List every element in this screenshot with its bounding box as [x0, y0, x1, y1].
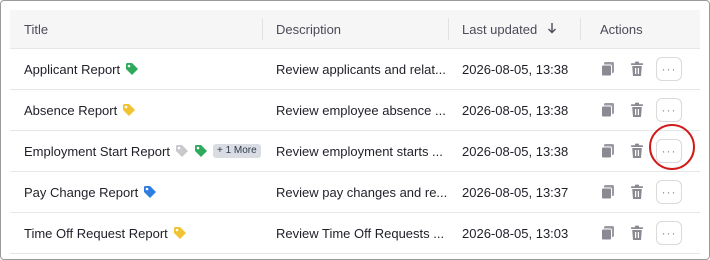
report-title[interactable]: Absence Report	[24, 103, 117, 118]
cell-description: Review applicants and relat...	[262, 49, 448, 89]
copy-icon[interactable]	[600, 143, 616, 159]
tag-icon	[125, 62, 139, 76]
last-updated-value: 2026-08-05, 13:37	[462, 184, 569, 200]
column-separator	[262, 18, 263, 40]
report-description: Review applicants and relat...	[276, 61, 446, 77]
trash-icon[interactable]	[629, 225, 645, 241]
cell-last-updated: 2026-08-05, 13:38	[448, 131, 580, 171]
cell-description: Review employment starts ...	[262, 131, 448, 171]
cell-last-updated: 2026-08-05, 13:03	[448, 213, 580, 253]
cell-actions: ···	[580, 131, 700, 171]
report-title[interactable]: Time Off Request Report	[24, 226, 168, 241]
cell-description: Review employee absence ...	[262, 90, 448, 130]
column-actions-label: Actions	[600, 21, 643, 37]
column-header-title[interactable]: Title	[10, 10, 262, 48]
table-row[interactable]: Time Off Request Report Review Time Off R…	[10, 213, 700, 254]
cell-description: Review pay changes and re...	[262, 172, 448, 212]
copy-icon[interactable]	[600, 225, 616, 241]
cell-title: Applicant Report	[10, 49, 262, 89]
tag-icon	[143, 185, 157, 199]
column-separator	[580, 18, 581, 40]
trash-icon[interactable]	[629, 102, 645, 118]
column-header-last-updated[interactable]: Last updated	[448, 10, 580, 48]
cell-last-updated: 2026-08-05, 13:38	[448, 90, 580, 130]
tag-icon	[194, 144, 208, 158]
copy-icon[interactable]	[600, 61, 616, 77]
report-description: Review employment starts ...	[276, 143, 443, 159]
tag-icon	[122, 103, 136, 117]
column-header-description[interactable]: Description	[262, 10, 448, 48]
cell-last-updated: 2026-08-05, 13:37	[448, 172, 580, 212]
more-horizontal-icon[interactable]: ···	[656, 57, 682, 81]
table-row[interactable]: Employment Start Report + 1 More Review em…	[10, 131, 700, 172]
column-description-label: Description	[276, 21, 342, 37]
report-description: Review employee absence ...	[276, 102, 446, 118]
arrow-down-icon[interactable]	[547, 22, 557, 37]
report-title[interactable]: Employment Start Report	[24, 144, 170, 159]
column-header-actions: Actions	[580, 10, 700, 48]
last-updated-value: 2026-08-05, 13:03	[462, 225, 569, 241]
more-horizontal-icon[interactable]: ···	[656, 180, 682, 204]
more-horizontal-icon[interactable]: ···	[656, 98, 682, 122]
report-description: Review Time Off Requests ...	[276, 225, 445, 241]
report-title[interactable]: Pay Change Report	[24, 185, 138, 200]
more-tags-badge[interactable]: + 1 More	[212, 144, 261, 158]
cell-title: Employment Start Report + 1 More	[10, 131, 262, 171]
table-row[interactable]: Pay Change Report Review pay changes and …	[10, 172, 700, 213]
reports-table: Title Description Last updated Actions A…	[10, 10, 700, 254]
report-title[interactable]: Applicant Report	[24, 62, 120, 77]
cell-actions: ···	[580, 90, 700, 130]
cell-title: Pay Change Report	[10, 172, 262, 212]
cell-actions: ···	[580, 172, 700, 212]
trash-icon[interactable]	[629, 143, 645, 159]
cell-actions: ···	[580, 49, 700, 89]
more-horizontal-icon[interactable]: ···	[656, 139, 682, 163]
copy-icon[interactable]	[600, 184, 616, 200]
table-header: Title Description Last updated Actions	[10, 10, 700, 49]
more-horizontal-icon[interactable]: ···	[656, 221, 682, 245]
cell-description: Review Time Off Requests ...	[262, 213, 448, 253]
column-last-updated-label: Last updated	[462, 21, 538, 37]
trash-icon[interactable]	[629, 184, 645, 200]
cell-actions: ···	[580, 213, 700, 253]
report-description: Review pay changes and re...	[276, 184, 448, 200]
column-title-label: Title	[24, 21, 49, 37]
table-row[interactable]: Absence Report Review employee absence ..…	[10, 90, 700, 131]
cell-last-updated: 2026-08-05, 13:38	[448, 49, 580, 89]
table-row[interactable]: Applicant Report Review applicants and re…	[10, 49, 700, 90]
last-updated-value: 2026-08-05, 13:38	[462, 61, 569, 77]
last-updated-value: 2026-08-05, 13:38	[462, 102, 569, 118]
cell-title: Absence Report	[10, 90, 262, 130]
last-updated-value: 2026-08-05, 13:38	[462, 143, 569, 159]
trash-icon[interactable]	[629, 61, 645, 77]
tag-icon	[175, 144, 189, 158]
cell-title: Time Off Request Report	[10, 213, 262, 253]
reports-table-panel: Title Description Last updated Actions A…	[0, 0, 710, 260]
copy-icon[interactable]	[600, 102, 616, 118]
tag-icon	[173, 226, 187, 240]
column-separator	[448, 18, 449, 40]
